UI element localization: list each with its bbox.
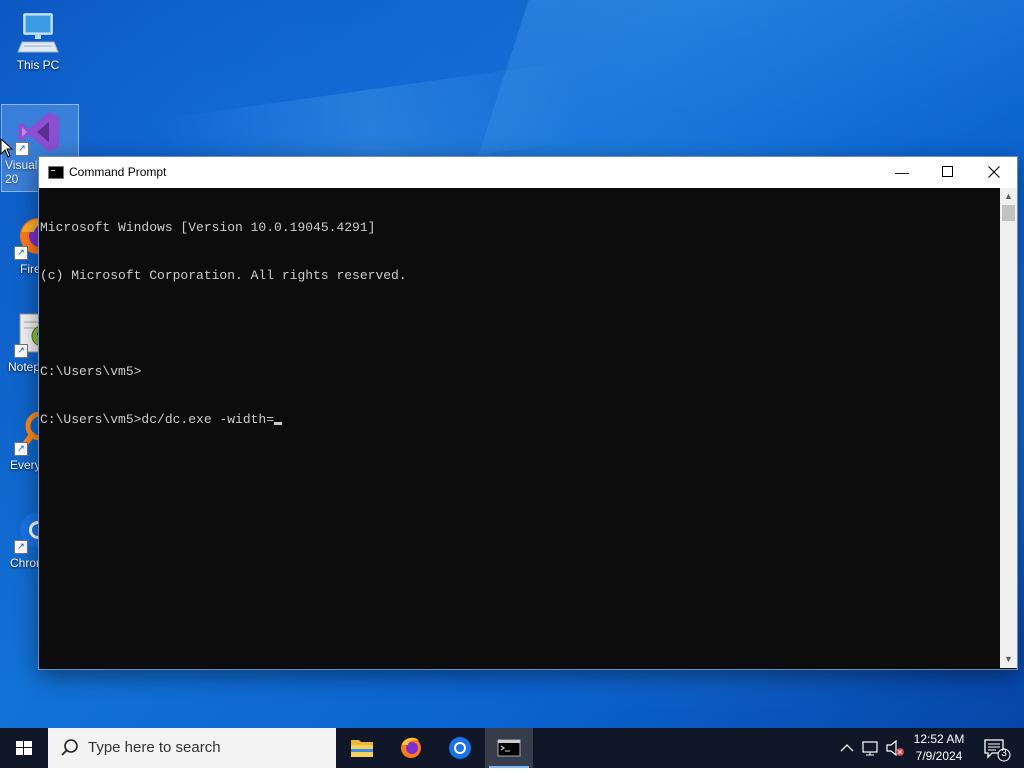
folder-icon [351, 740, 373, 757]
taskbar-chrome[interactable] [436, 728, 484, 768]
taskbar-search-box[interactable]: Type here to search [48, 728, 336, 768]
scroll-down-arrow-icon[interactable]: ▼ [1000, 651, 1017, 668]
show-hidden-icons-button[interactable] [838, 728, 856, 768]
close-icon [988, 166, 1000, 178]
taskbar-command-prompt[interactable] [485, 728, 533, 768]
chrome-icon [449, 737, 471, 759]
close-button[interactable] [971, 157, 1017, 188]
cmd-app-icon [48, 166, 64, 179]
scrollbar-thumb[interactable] [1002, 205, 1015, 221]
shortcut-arrow-icon: ↗ [14, 246, 28, 260]
console-output[interactable]: Microsoft Windows [Version 10.0.19045.42… [39, 188, 1000, 668]
taskbar-file-explorer[interactable] [338, 728, 386, 768]
search-placeholder: Type here to search [88, 739, 221, 756]
desktop-icon-this-pc[interactable]: This PC [0, 8, 76, 72]
console-command-text: C:\Users\vm5>dc/dc.exe -width= [40, 412, 275, 427]
scroll-up-arrow-icon[interactable]: ▲ [1000, 188, 1017, 205]
shortcut-arrow-icon: ↗ [14, 442, 28, 456]
network-status-button[interactable] [860, 728, 882, 768]
command-prompt-window[interactable]: Command Prompt — Microsoft Windows [Vers… [38, 156, 1018, 670]
taskbar-clock[interactable]: 12:52 AM 7/9/2024 [900, 731, 978, 765]
network-icon [862, 741, 878, 756]
window-title: Command Prompt [69, 165, 167, 179]
clock-date: 7/9/2024 [915, 749, 963, 763]
console-line: Microsoft Windows [Version 10.0.19045.42… [40, 220, 376, 235]
clock-time: 12:52 AM [913, 732, 965, 746]
chevron-up-icon [840, 744, 854, 752]
vertical-scrollbar[interactable]: ▲ ▼ [1000, 188, 1017, 668]
shortcut-arrow-icon: ↗ [14, 344, 28, 358]
desktop: This PC ↗ Visual 20 ↗ Fire ↗ Notep ↗ Eve… [0, 0, 1024, 728]
windows-logo-icon [16, 741, 32, 755]
action-center-button[interactable]: 3 [978, 728, 1024, 768]
computer-icon [14, 8, 62, 56]
console-input-line[interactable]: C:\Users\vm5>dc/dc.exe -width= [40, 412, 1000, 428]
start-button[interactable] [0, 728, 48, 768]
maximize-icon [942, 166, 953, 177]
search-icon [60, 738, 80, 762]
text-cursor [274, 422, 283, 425]
visual-studio-icon: ↗ [15, 108, 63, 156]
shortcut-arrow-icon: ↗ [14, 540, 28, 554]
taskbar-firefox[interactable] [387, 728, 435, 768]
console-line: (c) Microsoft Corporation. All rights re… [40, 268, 407, 283]
shortcut-arrow-icon: ↗ [15, 142, 29, 156]
firefox-icon [401, 737, 421, 758]
console-line: C:\Users\vm5> [40, 364, 142, 379]
terminal-icon [497, 739, 521, 757]
mouse-pointer-icon [0, 137, 14, 163]
minimize-button[interactable]: — [879, 157, 925, 188]
notification-count: 3 [1001, 748, 1007, 759]
window-titlebar[interactable]: Command Prompt — [39, 157, 1017, 188]
taskbar: Type here to search 12:52 AM 7/9/2024 3 [0, 728, 1024, 768]
maximize-button[interactable] [925, 157, 971, 188]
desktop-icon-label: This PC [16, 58, 60, 72]
